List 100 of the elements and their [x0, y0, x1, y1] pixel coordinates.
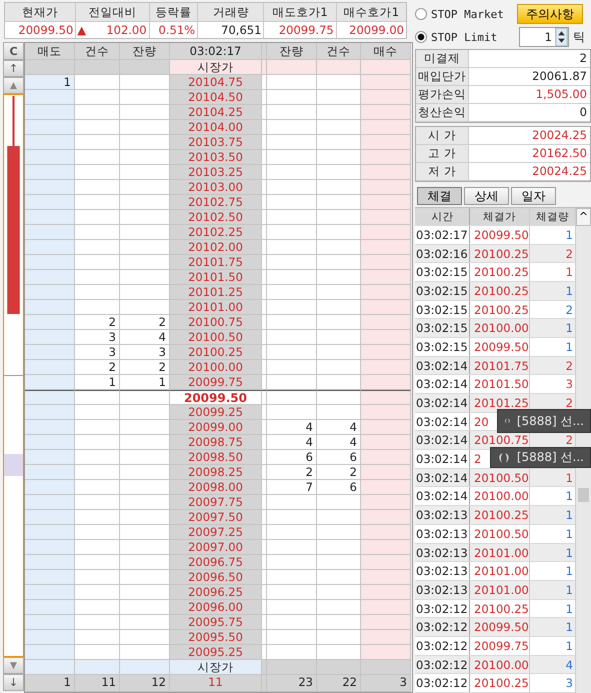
table-cell[interactable]	[75, 210, 120, 225]
table-cell[interactable]	[361, 210, 411, 225]
table-cell[interactable]	[25, 195, 75, 210]
table-cell[interactable]	[120, 405, 170, 420]
table-cell[interactable]: 4	[120, 330, 170, 345]
table-cell[interactable]	[361, 570, 411, 585]
table-cell[interactable]	[267, 120, 317, 135]
table-cell[interactable]	[75, 270, 120, 285]
table-cell[interactable]	[25, 225, 75, 240]
table-cell[interactable]	[120, 660, 170, 675]
table-cell[interactable]	[25, 660, 75, 675]
market-price-cell[interactable]: 시장가	[170, 660, 262, 675]
price-cell[interactable]: 20104.00	[170, 120, 262, 135]
table-cell[interactable]	[361, 540, 411, 555]
table-cell[interactable]	[267, 540, 317, 555]
table-cell[interactable]	[267, 495, 317, 510]
table-cell[interactable]	[25, 255, 75, 270]
table-cell[interactable]	[361, 195, 411, 210]
tick-spinner[interactable]: 1	[519, 27, 569, 48]
scrollbar-thumb[interactable]	[578, 488, 589, 502]
price-cell[interactable]: 20098.25	[170, 465, 262, 480]
table-cell[interactable]	[75, 180, 120, 195]
table-cell[interactable]	[267, 105, 317, 120]
table-cell[interactable]	[267, 225, 317, 240]
table-cell[interactable]	[25, 150, 75, 165]
price-cell[interactable]: 20099.75	[170, 375, 262, 390]
table-cell[interactable]	[361, 330, 411, 345]
table-cell[interactable]	[75, 285, 120, 300]
table-cell[interactable]	[120, 120, 170, 135]
table-cell[interactable]	[25, 585, 75, 600]
table-cell[interactable]	[361, 435, 411, 450]
table-cell[interactable]	[120, 75, 170, 90]
table-cell[interactable]	[75, 450, 120, 465]
table-cell[interactable]	[75, 585, 120, 600]
table-cell[interactable]	[25, 495, 75, 510]
price-cell[interactable]: 20103.50	[170, 150, 262, 165]
table-cell[interactable]: 4	[317, 420, 361, 435]
table-cell[interactable]	[361, 105, 411, 120]
radio-button[interactable]	[415, 8, 427, 20]
table-cell[interactable]	[267, 330, 317, 345]
table-cell[interactable]	[361, 600, 411, 615]
tab[interactable]: 일자	[511, 186, 556, 205]
table-cell[interactable]: 1	[120, 375, 170, 390]
table-cell[interactable]: 6	[317, 480, 361, 495]
table-cell[interactable]	[267, 375, 317, 390]
table-cell[interactable]	[25, 345, 75, 360]
price-cell[interactable]: 20096.50	[170, 570, 262, 585]
price-cell[interactable]: 20096.25	[170, 585, 262, 600]
price-cell[interactable]: 20103.00	[170, 180, 262, 195]
table-cell[interactable]	[120, 285, 170, 300]
table-cell[interactable]	[267, 525, 317, 540]
table-cell[interactable]	[267, 180, 317, 195]
price-cell[interactable]: 20099.00	[170, 420, 262, 435]
table-cell[interactable]	[75, 570, 120, 585]
table-cell[interactable]: 2	[120, 315, 170, 330]
table-cell[interactable]	[361, 75, 411, 90]
price-cell[interactable]: 20096.75	[170, 555, 262, 570]
table-cell[interactable]	[267, 195, 317, 210]
price-cell[interactable]: 20104.75	[170, 75, 262, 90]
table-cell[interactable]	[317, 360, 361, 375]
price-cell[interactable]: 20099.25	[170, 405, 262, 420]
price-cell[interactable]: 20097.75	[170, 495, 262, 510]
table-cell[interactable]	[361, 660, 411, 675]
table-cell[interactable]	[120, 60, 170, 75]
table-cell[interactable]	[267, 165, 317, 180]
price-cell[interactable]: 20097.25	[170, 525, 262, 540]
table-cell[interactable]	[361, 345, 411, 360]
table-cell[interactable]	[361, 645, 411, 660]
table-cell[interactable]	[25, 60, 75, 75]
table-cell[interactable]	[75, 300, 120, 315]
price-cell[interactable]: 20099.50	[170, 390, 262, 405]
notice-button[interactable]: 주의사항	[517, 4, 583, 24]
table-cell[interactable]	[361, 375, 411, 390]
table-cell[interactable]	[75, 495, 120, 510]
table-cell[interactable]	[75, 240, 120, 255]
price-cell[interactable]: 20101.50	[170, 270, 262, 285]
table-cell[interactable]: 3	[120, 345, 170, 360]
table-cell[interactable]	[317, 615, 361, 630]
table-cell[interactable]	[25, 600, 75, 615]
table-cell[interactable]: 3	[75, 345, 120, 360]
table-cell[interactable]	[361, 60, 411, 75]
table-cell[interactable]	[75, 510, 120, 525]
table-cell[interactable]	[317, 390, 361, 405]
table-cell[interactable]	[267, 645, 317, 660]
table-cell[interactable]	[75, 555, 120, 570]
price-cell[interactable]: 20096.00	[170, 600, 262, 615]
price-cell[interactable]: 20095.25	[170, 645, 262, 660]
table-cell[interactable]	[25, 555, 75, 570]
table-cell[interactable]	[75, 630, 120, 645]
table-cell[interactable]	[25, 420, 75, 435]
table-cell[interactable]	[361, 405, 411, 420]
table-cell[interactable]	[317, 60, 361, 75]
table-cell[interactable]	[120, 600, 170, 615]
radio-button[interactable]	[415, 31, 427, 44]
price-cell[interactable]: 20098.75	[170, 435, 262, 450]
price-cell[interactable]: 20103.25	[170, 165, 262, 180]
table-cell[interactable]	[120, 300, 170, 315]
price-cell[interactable]: 20097.50	[170, 510, 262, 525]
table-cell[interactable]	[120, 435, 170, 450]
table-cell[interactable]	[75, 615, 120, 630]
